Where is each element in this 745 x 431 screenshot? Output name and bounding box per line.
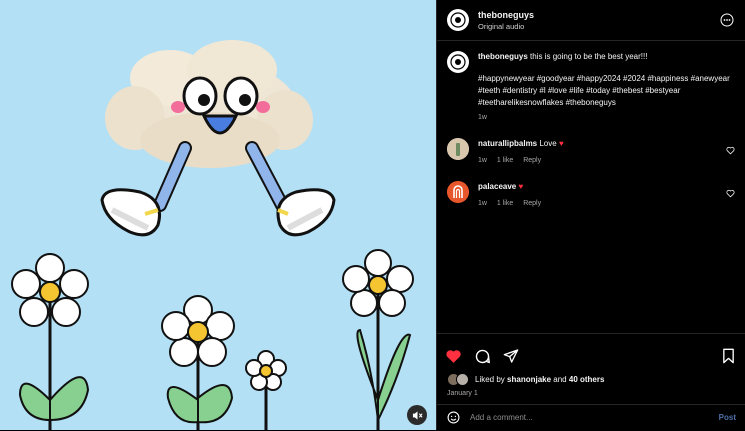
liked-by-others[interactable]: 40 others (569, 375, 605, 384)
avatar (456, 373, 469, 386)
bookmark-icon (723, 348, 734, 364)
liked-by-prefix: Liked by (475, 375, 505, 384)
audio-label[interactable]: Original audio (478, 22, 719, 31)
caption-hashtags[interactable]: #happynewyear #goodyear #happy2024 #2024… (478, 73, 735, 109)
avatar[interactable] (447, 9, 469, 31)
profile-logo-icon (450, 54, 466, 70)
comment-bubble-icon (475, 349, 490, 363)
more-horizontal-icon (720, 13, 734, 27)
avatar[interactable] (447, 181, 469, 203)
comment-input[interactable] (468, 412, 719, 423)
paper-plane-icon (503, 349, 519, 363)
palace-logo-icon (447, 181, 469, 203)
post-viewer: theboneguys Original audio theboneguys t… (0, 0, 745, 430)
post-date[interactable]: January 1 (437, 386, 745, 397)
reply-button[interactable]: Reply (523, 200, 541, 207)
caption-time[interactable]: 1w (478, 112, 735, 124)
emoji-icon[interactable] (447, 411, 460, 424)
heart-emoji-icon: ♥ (558, 139, 564, 148)
post-details-panel: theboneguys Original audio theboneguys t… (436, 0, 745, 430)
avatar[interactable] (447, 51, 469, 73)
liked-by-and: and (553, 375, 567, 384)
comment-text: Love (539, 139, 557, 148)
comment-time[interactable]: 1w (478, 200, 487, 207)
author-username[interactable]: theboneguys (478, 10, 719, 20)
reply-button[interactable]: Reply (523, 157, 541, 164)
heart-emoji-icon: ♥ (518, 182, 524, 191)
comment-button[interactable] (474, 348, 491, 365)
comment-likes[interactable]: 1 like (497, 200, 513, 207)
speaker-muted-icon (412, 410, 423, 420)
like-button[interactable] (445, 348, 462, 365)
liker-avatars (447, 373, 469, 386)
caption: theboneguys this is going to be the best… (447, 51, 735, 124)
more-options-button[interactable] (719, 12, 735, 28)
caption-text: this is going to be the best year!!! (530, 52, 648, 61)
avatar[interactable] (447, 138, 469, 160)
comments-section: theboneguys this is going to be the best… (437, 41, 745, 333)
post-header: theboneguys Original audio (437, 0, 745, 41)
reel-media[interactable] (0, 0, 436, 430)
post-comment-button[interactable]: Post (719, 413, 736, 422)
like-comment-heart-icon[interactable] (726, 146, 735, 155)
like-comment-heart-icon[interactable] (726, 189, 735, 198)
avatar-photo-icon (447, 138, 469, 160)
profile-logo-icon (450, 12, 466, 28)
add-comment-bar: Post (437, 404, 745, 430)
comment-username[interactable]: naturallipbalms (478, 139, 537, 148)
save-button[interactable] (721, 348, 736, 364)
liked-by-user[interactable]: shanonjake (507, 375, 551, 384)
heart-filled-icon (446, 349, 461, 363)
cloud-character (105, 40, 313, 168)
caption-username[interactable]: theboneguys (478, 52, 528, 61)
comment-username[interactable]: palaceave (478, 182, 516, 191)
mute-button[interactable] (407, 405, 427, 425)
comment-likes[interactable]: 1 like (497, 157, 513, 164)
comment-item: palaceave ♥ 1w 1 like Reply (447, 181, 735, 210)
comment-time[interactable]: 1w (478, 157, 487, 164)
reel-illustration (11, 40, 414, 430)
comment-item: naturallipbalms Love ♥ 1w 1 like Reply (447, 138, 735, 167)
flowers (11, 249, 414, 430)
share-button[interactable] (503, 348, 519, 364)
likes-summary[interactable]: Liked by shanonjake and 40 others (437, 368, 745, 386)
